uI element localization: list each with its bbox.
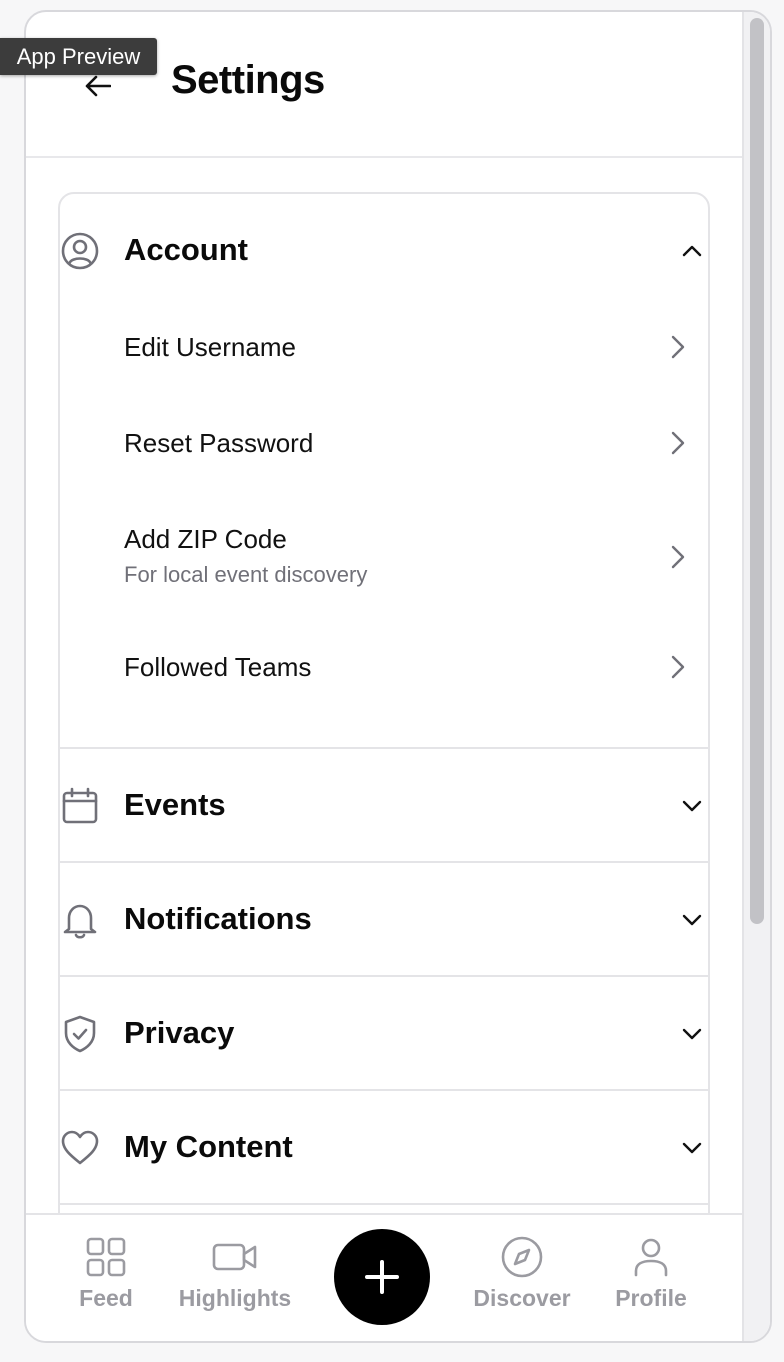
section-my-content-header: My Content: [60, 1091, 708, 1205]
add-zip-code-label: Add ZIP Code: [124, 524, 287, 554]
chevron-right-icon: [671, 431, 685, 455]
section-events[interactable]: Events: [60, 749, 708, 863]
tab-highlights-label: Highlights: [178, 1285, 292, 1311]
reset-password-item[interactable]: Reset Password: [124, 428, 685, 468]
calendar-icon: [62, 787, 98, 824]
settings-header: Settings: [26, 12, 744, 158]
section-notifications[interactable]: Notifications: [60, 863, 708, 977]
user-circle-icon: [61, 232, 99, 270]
tab-profile-label: Profile: [615, 1285, 687, 1311]
section-events-header: Events: [60, 749, 708, 863]
section-account: Account Edit Username Reset Password Add…: [60, 194, 708, 749]
followed-teams-item[interactable]: Followed Teams: [124, 652, 685, 692]
add-zip-code-item[interactable]: Add ZIP Code For local event discovery: [124, 524, 685, 594]
section-privacy-header: Privacy: [60, 977, 708, 1091]
chevron-down-icon: [682, 1142, 702, 1154]
app-frame: Settings Account Edit Username Reset Pas…: [24, 10, 772, 1343]
plus-icon: [365, 1260, 399, 1294]
chevron-right-icon: [671, 545, 685, 569]
bell-icon: [63, 904, 97, 939]
chevron-right-icon: [671, 335, 685, 359]
chevron-up-icon: [682, 245, 702, 257]
reset-password-label: Reset Password: [124, 428, 314, 458]
chevron-down-icon: [682, 800, 702, 812]
heart-icon: [61, 1130, 99, 1165]
tab-discover[interactable]: Discover: [452, 1236, 592, 1312]
arrow-left-icon: [85, 75, 111, 97]
scrollbar[interactable]: [742, 12, 770, 1341]
section-my-content-label: My Content: [124, 1129, 293, 1164]
chevron-down-icon: [682, 914, 702, 926]
person-icon: [634, 1238, 668, 1277]
scrollbar-thumb[interactable]: [750, 18, 764, 924]
section-account-label: Account: [124, 232, 248, 267]
tab-feed-label: Feed: [79, 1285, 133, 1311]
settings-card: Account Edit Username Reset Password Add…: [58, 192, 710, 1252]
page-title: Settings: [171, 58, 325, 102]
section-events-label: Events: [124, 787, 226, 822]
video-camera-icon: [212, 1243, 257, 1271]
section-notifications-label: Notifications: [124, 901, 312, 936]
followed-teams-label: Followed Teams: [124, 652, 312, 682]
compass-icon: [501, 1236, 543, 1278]
shield-check-icon: [64, 1015, 96, 1053]
app-preview-tag: App Preview: [0, 38, 157, 75]
chevron-right-icon: [671, 655, 685, 679]
section-my-content[interactable]: My Content: [60, 1091, 708, 1205]
create-button[interactable]: [334, 1229, 430, 1325]
tab-feed[interactable]: Feed: [36, 1237, 176, 1312]
chevron-down-icon: [682, 1028, 702, 1040]
section-notifications-header: Notifications: [60, 863, 708, 977]
edit-username-label: Edit Username: [124, 332, 296, 362]
grid-icon: [86, 1237, 126, 1277]
section-account-header[interactable]: Account: [60, 194, 708, 308]
section-privacy[interactable]: Privacy: [60, 977, 708, 1091]
tab-highlights[interactable]: Highlights: [165, 1237, 305, 1312]
tab-discover-label: Discover: [473, 1285, 571, 1311]
section-privacy-label: Privacy: [124, 1015, 235, 1050]
add-zip-code-hint: For local event discovery: [124, 562, 368, 587]
bottom-tab-bar: Feed Highlights Discover Profile: [26, 1213, 744, 1341]
tab-profile[interactable]: Profile: [581, 1237, 721, 1312]
edit-username-item[interactable]: Edit Username: [124, 332, 685, 372]
